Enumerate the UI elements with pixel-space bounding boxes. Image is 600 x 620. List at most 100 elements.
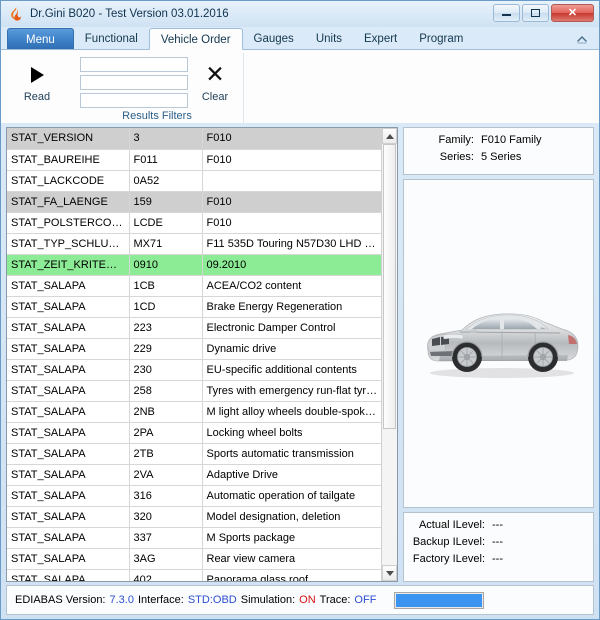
cell-desc: M Sports package <box>202 527 381 548</box>
table-row[interactable]: STAT_SALAPA316Automatic operation of tai… <box>7 485 381 506</box>
results-filter-input-2[interactable] <box>80 75 188 90</box>
ribbon-group-results-filters: ✕ Clear Results Filters <box>71 53 244 123</box>
table-row[interactable]: STAT_SALAPA230EU-specific additional con… <box>7 359 381 380</box>
tab-functional[interactable]: Functional <box>74 28 149 50</box>
cell-desc: F010 <box>202 191 381 212</box>
scroll-up-arrow-icon <box>386 134 394 139</box>
minimize-button[interactable] <box>493 4 520 22</box>
scrollbar-thumb[interactable] <box>383 144 396 429</box>
close-button[interactable]: ✕ <box>551 4 594 22</box>
cell-code: 2VA <box>129 464 202 485</box>
cell-code: 258 <box>129 380 202 401</box>
clear-button-label: Clear <box>202 91 228 103</box>
cell-name: STAT_SALAPA <box>7 443 129 464</box>
table-row[interactable]: STAT_SALAPA2PALocking wheel bolts <box>7 422 381 443</box>
table-row[interactable]: STAT_SALAPA1CBACEA/CO2 content <box>7 275 381 296</box>
ediabas-version-label: EDIABAS Version: <box>15 594 106 606</box>
simulation-value: ON <box>299 594 316 606</box>
cell-name: STAT_VERSION <box>7 128 129 149</box>
cell-desc: Model designation, deletion <box>202 506 381 527</box>
table-row[interactable]: STAT_ZEIT_KRITERI...091009.2010 <box>7 254 381 275</box>
table-row[interactable]: STAT_SALAPA223Electronic Damper Control <box>7 317 381 338</box>
cell-desc: Automatic operation of tailgate <box>202 485 381 506</box>
tab-menu[interactable]: Menu <box>7 28 74 50</box>
table-row[interactable]: STAT_SALAPA337M Sports package <box>7 527 381 548</box>
tab-gauges[interactable]: Gauges <box>243 28 305 50</box>
results-filter-input-3[interactable] <box>80 93 188 108</box>
tab-vehicle-order[interactable]: Vehicle Order <box>149 28 243 50</box>
table-row[interactable]: STAT_SALAPA2VAAdaptive Drive <box>7 464 381 485</box>
results-filter-input-1[interactable] <box>80 57 188 72</box>
vehicle-order-table: STAT_VERSION3F010STAT_BAUREIHEF011F010ST… <box>7 128 381 581</box>
factory-ilevel-value: --- <box>492 553 503 565</box>
cell-desc: Brake Energy Regeneration <box>202 296 381 317</box>
client-area: STAT_VERSION3F010STAT_BAUREIHEF011F010ST… <box>1 123 599 582</box>
grid-vertical-scrollbar[interactable] <box>381 128 397 581</box>
table-row[interactable]: STAT_SALAPA402Panorama glass roof <box>7 569 381 581</box>
cell-desc: EU-specific additional contents <box>202 359 381 380</box>
cell-name: STAT_SALAPA <box>7 506 129 527</box>
cell-code: 402 <box>129 569 202 581</box>
cell-desc: Tyres with emergency run-flat tyre sy... <box>202 380 381 401</box>
actual-ilevel-label: Actual ILevel: <box>410 519 492 531</box>
cell-name: STAT_SALAPA <box>7 485 129 506</box>
table-row[interactable]: STAT_SALAPA229Dynamic drive <box>7 338 381 359</box>
cell-desc: Panorama glass roof <box>202 569 381 581</box>
table-row[interactable]: STAT_LACKCODE0A52 <box>7 170 381 191</box>
cell-name: STAT_SALAPA <box>7 317 129 338</box>
table-row[interactable]: STAT_FA_LAENGE159F010 <box>7 191 381 212</box>
vehicle-identity-panel: Family: F010 Family Series: 5 Series <box>403 127 594 175</box>
backup-ilevel-value: --- <box>492 536 503 548</box>
grid-viewport: STAT_VERSION3F010STAT_BAUREIHEF011F010ST… <box>7 128 381 581</box>
cell-desc: Dynamic drive <box>202 338 381 359</box>
silver-sedan-car-image <box>410 289 588 399</box>
table-row[interactable]: STAT_TYP_SCHLUES...MX71F11 535D Touring … <box>7 233 381 254</box>
family-row: Family: F010 Family <box>410 134 587 146</box>
table-row[interactable]: STAT_SALAPA2TBSports automatic transmiss… <box>7 443 381 464</box>
actual-ilevel-row: Actual ILevel: --- <box>410 519 587 531</box>
read-button-label: Read <box>24 91 50 103</box>
results-filters-group-label: Results Filters <box>76 109 238 123</box>
scroll-up-button[interactable] <box>382 128 397 144</box>
table-row[interactable]: STAT_SALAPA320Model designation, deletio… <box>7 506 381 527</box>
table-row[interactable]: STAT_VERSION3F010 <box>7 128 381 149</box>
cell-code: LCDE <box>129 212 202 233</box>
ribbon-panel: Read ✕ Clear Results Filters <box>1 49 599 123</box>
clear-button[interactable]: ✕ Clear <box>192 60 238 103</box>
cell-name: STAT_SALAPA <box>7 527 129 548</box>
window-title: Dr.Gini B020 - Test Version 03.01.2016 <box>30 8 229 20</box>
read-button[interactable]: Read <box>8 60 66 103</box>
tab-units[interactable]: Units <box>305 28 353 50</box>
tab-program[interactable]: Program <box>408 28 474 50</box>
title-bar: Dr.Gini B020 - Test Version 03.01.2016 ✕ <box>1 1 599 27</box>
chevron-up-icon[interactable] <box>575 32 589 46</box>
cell-name: STAT_SALAPA <box>7 380 129 401</box>
tab-expert[interactable]: Expert <box>353 28 408 50</box>
x-icon: ✕ <box>205 62 224 88</box>
cell-code: 0A52 <box>129 170 202 191</box>
scrollbar-track[interactable] <box>382 144 397 565</box>
cell-desc: M light alloy wheels double-spoke st... <box>202 401 381 422</box>
cell-code: 159 <box>129 191 202 212</box>
cell-desc: Electronic Damper Control <box>202 317 381 338</box>
table-row[interactable]: STAT_SALAPA1CDBrake Energy Regeneration <box>7 296 381 317</box>
series-label: Series: <box>410 151 481 163</box>
cell-desc: Rear view camera <box>202 548 381 569</box>
cell-code: 1CD <box>129 296 202 317</box>
cell-code: 2NB <box>129 401 202 422</box>
table-row[interactable]: STAT_SALAPA258Tyres with emergency run-f… <box>7 380 381 401</box>
scroll-down-button[interactable] <box>382 565 397 581</box>
family-label: Family: <box>410 134 481 146</box>
cell-desc: F010 <box>202 128 381 149</box>
table-row[interactable]: STAT_BAUREIHEF011F010 <box>7 149 381 170</box>
maximize-button[interactable] <box>522 4 549 22</box>
cell-name: STAT_SALAPA <box>7 422 129 443</box>
table-row[interactable]: STAT_SALAPA2NBM light alloy wheels doubl… <box>7 401 381 422</box>
cell-code: 223 <box>129 317 202 338</box>
table-row[interactable]: STAT_POLSTERCODELCDEF010 <box>7 212 381 233</box>
cell-name: STAT_TYP_SCHLUES... <box>7 233 129 254</box>
results-filter-fields <box>76 55 192 108</box>
table-row[interactable]: STAT_SALAPA3AGRear view camera <box>7 548 381 569</box>
vehicle-image-panel <box>403 179 594 508</box>
cell-name: STAT_SALAPA <box>7 569 129 581</box>
